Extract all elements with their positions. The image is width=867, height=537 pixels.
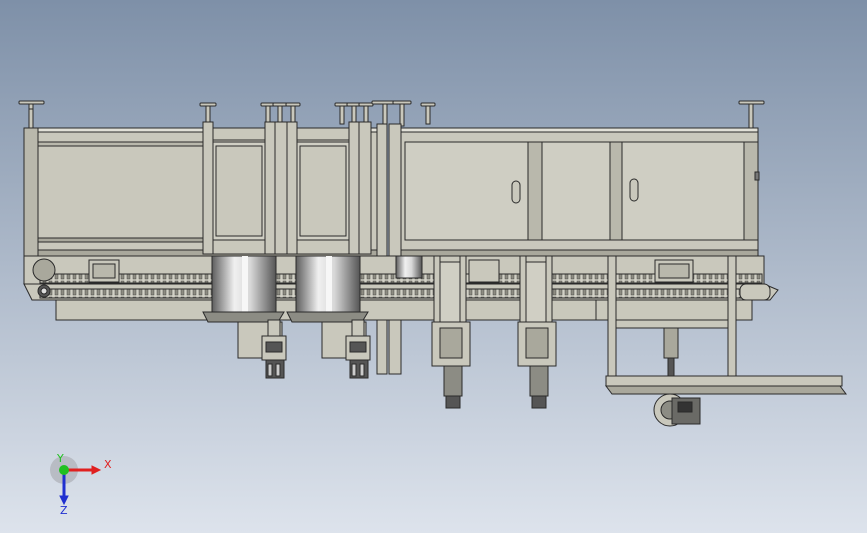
cabinet-right [400, 127, 760, 257]
cad-viewport[interactable]: X Y Z [0, 0, 867, 533]
cabinet-handle-right[interactable] [629, 178, 639, 202]
triad-z-label: Z [60, 504, 68, 517]
inspection-window-1 [202, 121, 276, 255]
drum-small [395, 255, 423, 279]
triad-y-axis [59, 465, 69, 475]
cabinet-handle-left[interactable] [511, 180, 521, 204]
inspection-window-2 [274, 121, 360, 255]
conveyor-drive-pulley [32, 258, 56, 282]
outfeed-roller [653, 393, 701, 427]
triad-y-label: Y [56, 452, 64, 465]
triad-x-label: X [104, 458, 112, 471]
